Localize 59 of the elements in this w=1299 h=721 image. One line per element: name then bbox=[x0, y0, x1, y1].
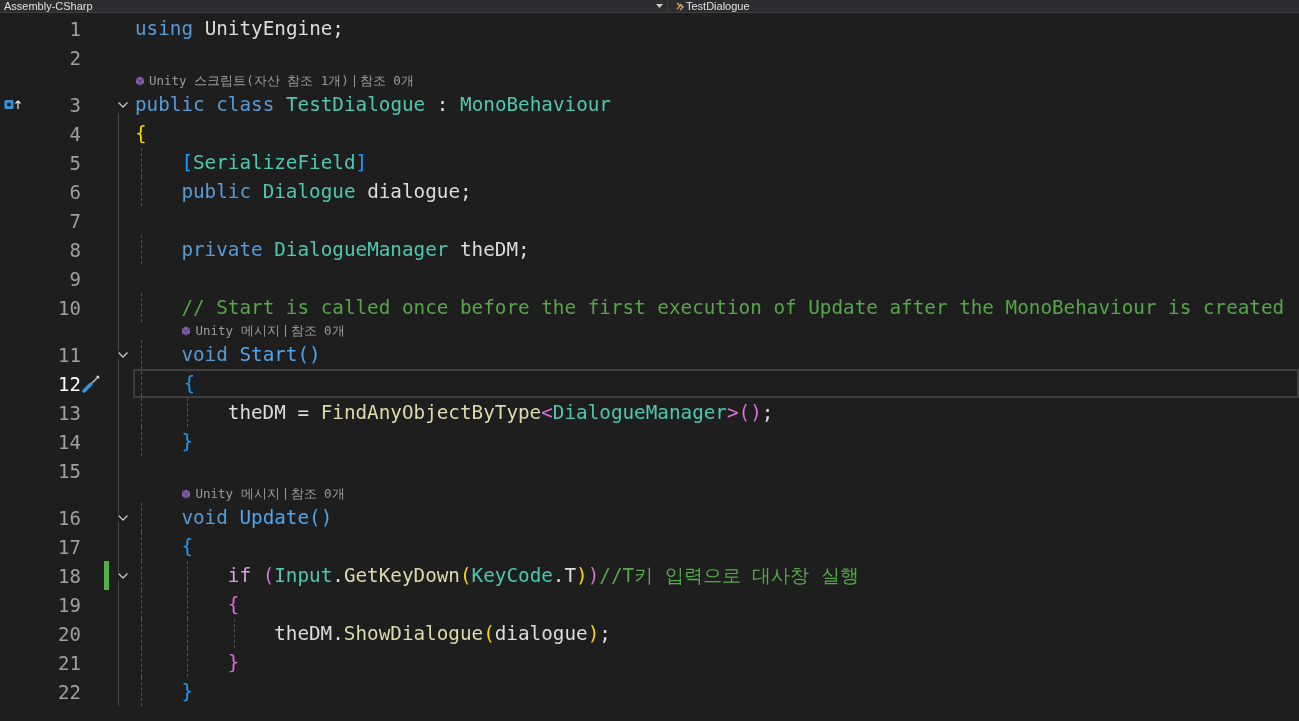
line-number: 14 bbox=[57, 430, 81, 453]
line-number: 15 bbox=[57, 459, 81, 482]
code-line: { bbox=[135, 121, 147, 147]
line-number: 7 bbox=[68, 209, 81, 232]
collapse-chevron-icon[interactable] bbox=[117, 513, 129, 522]
code-line: void Update() bbox=[181, 505, 333, 531]
codelens-references[interactable]: 참조 0개 bbox=[290, 485, 345, 503]
code-line: } bbox=[227, 650, 240, 676]
line-number: 21 bbox=[57, 651, 81, 674]
cube-icon bbox=[135, 76, 145, 86]
collapse-chevron-icon[interactable] bbox=[117, 350, 129, 359]
line-number: 9 bbox=[68, 267, 81, 290]
line-number: 16 bbox=[57, 506, 81, 529]
line-number: 19 bbox=[57, 593, 81, 616]
line-number: 1 bbox=[68, 17, 81, 40]
code-line: private DialogueManager theDM; bbox=[181, 237, 530, 263]
line-number: 11 bbox=[57, 343, 81, 366]
line-number: 2 bbox=[68, 46, 81, 69]
code-line: [SerializeField] bbox=[181, 150, 368, 176]
line-number: 20 bbox=[57, 622, 81, 645]
code-line: } bbox=[181, 679, 193, 705]
inheritance-icon[interactable] bbox=[4, 99, 22, 110]
screwdriver-icon[interactable] bbox=[81, 373, 101, 394]
collapse-chevron-icon[interactable] bbox=[117, 571, 129, 580]
line-number: 22 bbox=[57, 680, 81, 703]
code-line: public Dialogue dialogue; bbox=[181, 179, 472, 205]
code-line: using UnityEngine; bbox=[135, 16, 344, 42]
code-line: { bbox=[183, 371, 195, 397]
codelens-label[interactable]: Unity 메시지 bbox=[195, 322, 280, 340]
line-number: 10 bbox=[57, 296, 81, 319]
caret-icon bbox=[656, 4, 663, 8]
cube-icon bbox=[181, 326, 192, 336]
line-number: 4 bbox=[68, 122, 81, 145]
code-line: // Start is called once before the first execution of Update after the MonoBehaviour is created bbox=[181, 295, 1285, 321]
code-line: { bbox=[227, 592, 240, 618]
line-number: 13 bbox=[57, 401, 81, 424]
collapse-chevron-icon[interactable] bbox=[117, 100, 129, 109]
codelens-label[interactable]: Unity 스크립트(자산 참조 1개) bbox=[149, 72, 349, 90]
cube-icon bbox=[181, 489, 192, 499]
line-number: 18 bbox=[57, 564, 81, 587]
line-number: 5 bbox=[68, 151, 81, 174]
project-dropdown[interactable]: Assembly-CSharp bbox=[4, 0, 93, 12]
member-dropdown[interactable]: TestDialogue bbox=[686, 0, 750, 12]
code-line: theDM = FindAnyObjectByType<DialogueManager>(); bbox=[227, 400, 774, 426]
line-number: 12 bbox=[57, 372, 81, 395]
code-line: { bbox=[181, 534, 193, 560]
line-number: 8 bbox=[68, 238, 81, 261]
codelens-references[interactable]: 참조 0개 bbox=[290, 322, 345, 340]
class-icon bbox=[676, 1, 684, 11]
code-line: if (Input.GetKeyDown(KeyCode.T))//T키 입력으로 대사창 실행 bbox=[227, 563, 859, 589]
code-line: } bbox=[181, 429, 193, 455]
code-line: void Start() bbox=[181, 342, 321, 368]
codelens-label[interactable]: Unity 메시지 bbox=[195, 485, 280, 503]
line-number: 17 bbox=[57, 535, 81, 558]
code-line: theDM.ShowDialogue(dialogue); bbox=[274, 621, 611, 647]
codelens-references[interactable]: 참조 0개 bbox=[359, 72, 414, 90]
line-number: 6 bbox=[68, 180, 81, 203]
line-number: 3 bbox=[68, 93, 81, 116]
code-line: public class TestDialogue : MonoBehaviour bbox=[135, 92, 611, 118]
